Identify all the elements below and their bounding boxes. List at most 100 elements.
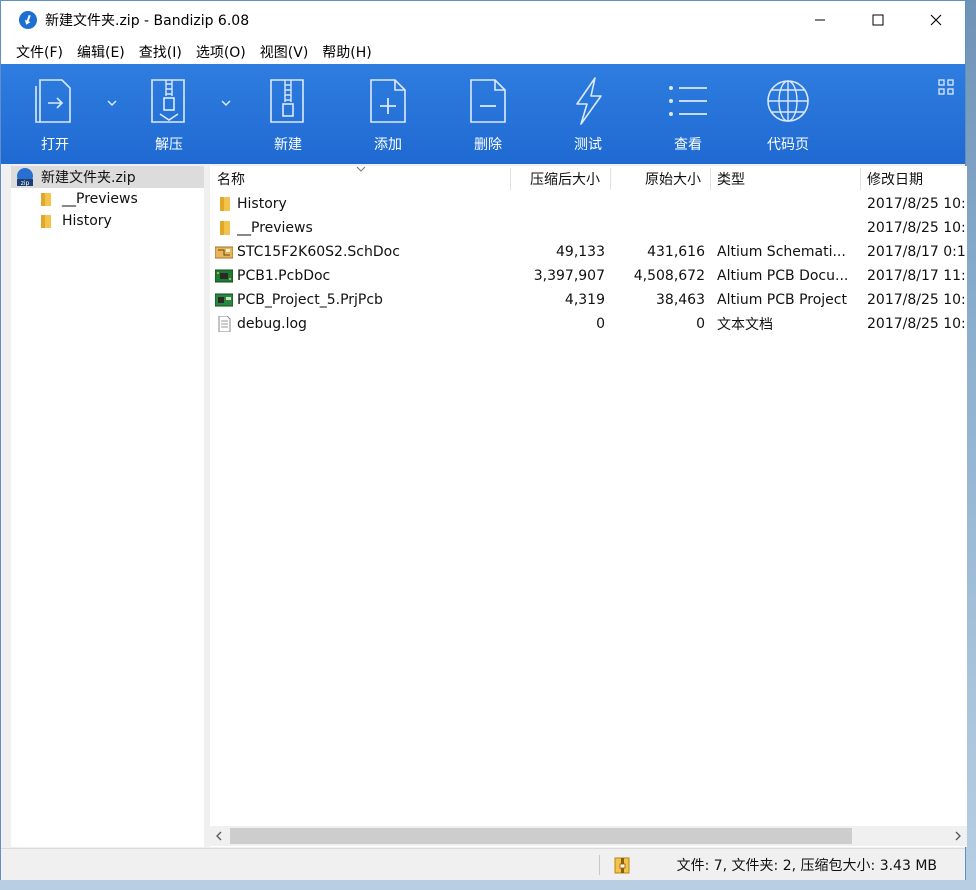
text-file-icon — [218, 316, 231, 332]
minimize-button[interactable] — [791, 1, 849, 39]
file-type — [717, 192, 857, 216]
folder-icon — [41, 215, 51, 228]
view-label: 查看 — [674, 137, 702, 153]
compressed-size: 49,133 — [556, 244, 605, 260]
add-button[interactable]: 添加 — [348, 76, 428, 156]
maximize-button[interactable] — [849, 1, 907, 39]
file-name: debug.log — [237, 316, 307, 332]
extract-label: 解压 — [155, 137, 183, 153]
original-size: 0 — [696, 316, 705, 332]
original-size: 38,463 — [656, 292, 705, 308]
globe-icon — [767, 80, 809, 122]
extract-dropdown-chevron-icon[interactable] — [219, 96, 233, 110]
column-divider[interactable] — [610, 168, 611, 190]
column-divider[interactable] — [510, 168, 511, 190]
modified-date: 2017/8/25 10: — [867, 316, 966, 332]
svg-text:zip: zip — [21, 180, 30, 187]
tree-item-previews[interactable]: __Previews — [11, 188, 204, 210]
compressed-size: 3,397,907 — [533, 268, 605, 284]
status-divider — [599, 855, 600, 875]
pcb-project-icon — [215, 293, 233, 307]
menu-view[interactable]: 视图(V) — [253, 42, 316, 62]
column-header-original[interactable]: 原始大小 — [645, 166, 701, 192]
open-label: 打开 — [41, 137, 69, 153]
toolbar: 打开 解压 新建 添加 删除 测试 查看 代码页 — [1, 64, 965, 164]
extract-button[interactable]: 解压 — [129, 76, 209, 156]
sort-descending-icon — [356, 166, 366, 172]
codepage-label: 代码页 — [767, 137, 809, 153]
delete-label: 删除 — [474, 137, 502, 153]
open-archive-icon — [35, 79, 71, 123]
file-name: STC15F2K60S2.SchDoc — [237, 244, 400, 260]
modified-date: 2017/8/25 10: — [867, 292, 966, 308]
compressed-size — [510, 216, 605, 240]
list-row[interactable]: PCB_Project_5.PrjPcb 4,319 38,463 Altium… — [210, 288, 967, 312]
menu-options[interactable]: 选项(O) — [189, 42, 253, 62]
scrollbar-thumb[interactable] — [230, 828, 852, 844]
list-row[interactable]: PCB1.PcbDoc 3,397,907 4,508,672 Altium P… — [210, 264, 967, 288]
list-row[interactable]: History 2017/8/25 10: — [210, 192, 967, 216]
new-archive-label: 新建 — [274, 137, 302, 153]
folder-icon — [41, 193, 51, 206]
new-archive-icon — [270, 79, 304, 123]
list-row[interactable]: __Previews 2017/8/25 10: — [210, 216, 967, 240]
column-divider[interactable] — [710, 168, 711, 190]
horizontal-scrollbar[interactable] — [210, 826, 967, 846]
menu-edit[interactable]: 编辑(E) — [70, 42, 132, 62]
scroll-left-button[interactable] — [210, 826, 228, 846]
view-button[interactable]: 查看 — [648, 76, 728, 156]
column-divider[interactable] — [860, 168, 861, 190]
delete-button[interactable]: 删除 — [448, 76, 528, 156]
open-button[interactable]: 打开 — [15, 76, 95, 156]
codepage-button[interactable]: 代码页 — [748, 76, 828, 156]
chevron-right-icon — [955, 831, 961, 841]
file-type: Altium Schemati... — [717, 244, 846, 260]
column-header-date[interactable]: 修改日期 — [867, 166, 923, 192]
compressed-size: 4,319 — [564, 292, 605, 308]
zip-archive-icon: zip — [17, 168, 33, 187]
original-size: 4,508,672 — [633, 268, 705, 284]
modified-date: 2017/8/25 10: — [867, 220, 966, 236]
column-header-name[interactable]: 名称 — [217, 166, 245, 192]
compressed-size — [510, 192, 605, 216]
menu-find[interactable]: 查找(I) — [132, 42, 189, 62]
menu-help[interactable]: 帮助(H) — [315, 42, 378, 62]
minimize-icon — [815, 19, 825, 21]
menu-bar: 文件(F) 编辑(E) 查找(I) 选项(O) 视图(V) 帮助(H) — [1, 39, 965, 64]
modified-date: 2017/8/25 10: — [867, 196, 966, 212]
file-type: Altium PCB Docu... — [717, 268, 849, 284]
scroll-right-button[interactable] — [949, 826, 967, 846]
tree-item-label: History — [62, 213, 112, 229]
status-summary: 文件: 7, 文件夹: 2, 压缩包大小: 3.43 MB — [676, 858, 937, 874]
modified-date: 2017/8/17 11: — [867, 268, 966, 284]
view-list-icon — [669, 86, 707, 116]
archive-status-icon — [614, 857, 630, 874]
original-size — [610, 216, 705, 240]
tree-item-root[interactable]: zip 新建文件夹.zip — [11, 166, 204, 188]
tree-item-history[interactable]: History — [11, 210, 204, 232]
open-dropdown-chevron-icon[interactable] — [105, 96, 119, 110]
test-button[interactable]: 测试 — [548, 76, 628, 156]
list-row[interactable]: STC15F2K60S2.SchDoc 49,133 431,616 Altiu… — [210, 240, 967, 264]
title-bar[interactable]: 新建文件夹.zip - Bandizip 6.08 — [1, 1, 965, 39]
layout-toggle-icon[interactable] — [937, 78, 955, 96]
close-button[interactable] — [907, 1, 965, 39]
tree-root-label: 新建文件夹.zip — [41, 170, 136, 186]
window-title: 新建文件夹.zip - Bandizip 6.08 — [45, 13, 250, 29]
modified-date: 2017/8/17 0:1 — [867, 244, 966, 260]
new-archive-button[interactable]: 新建 — [248, 76, 328, 156]
column-header-type[interactable]: 类型 — [717, 166, 745, 192]
tree-item-label: __Previews — [62, 191, 138, 207]
list-row[interactable]: debug.log 0 0 文本文档 2017/8/25 10: — [210, 312, 967, 336]
column-header-compressed[interactable]: 压缩后大小 — [530, 166, 600, 192]
folder-icon — [220, 197, 230, 211]
original-size: 431,616 — [647, 244, 705, 260]
file-name: PCB_Project_5.PrjPcb — [237, 292, 383, 308]
pcb-file-icon — [215, 269, 233, 283]
folder-icon — [220, 221, 230, 235]
compressed-size: 0 — [596, 316, 605, 332]
add-file-icon — [370, 79, 406, 123]
schematic-file-icon — [215, 246, 233, 259]
maximize-icon — [872, 14, 884, 26]
menu-file[interactable]: 文件(F) — [9, 42, 70, 62]
